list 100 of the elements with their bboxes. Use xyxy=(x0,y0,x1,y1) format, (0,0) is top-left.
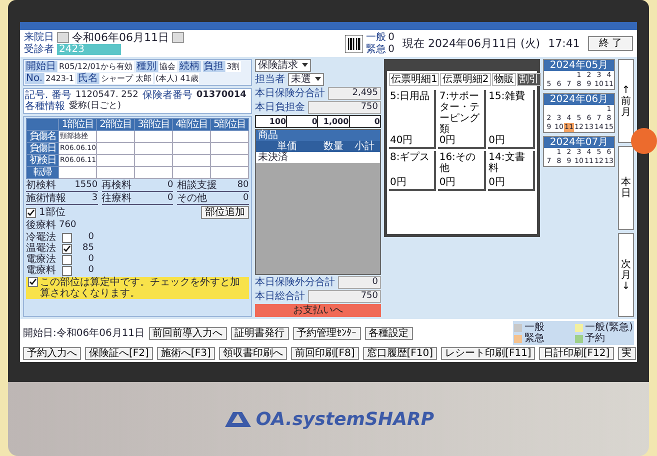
legend-label: 一般(緊急) xyxy=(585,322,633,333)
fee-label: 初検料 xyxy=(26,180,56,191)
row-header: 負傷名 xyxy=(26,130,58,142)
amount-field: 750 xyxy=(308,290,381,303)
legend-label: 予約 xyxy=(585,333,606,344)
checkbox[interactable] xyxy=(62,232,72,242)
field-value: 3割 xyxy=(226,61,241,72)
current-time: 17:41 xyxy=(548,38,580,49)
field-label: 本日保険外分合計 xyxy=(254,277,335,288)
tab[interactable]: 物販 xyxy=(492,73,516,86)
brand-name: OA.systemSHARP xyxy=(256,408,434,430)
checkbox[interactable] xyxy=(62,266,72,276)
table-header: 2部位目 xyxy=(96,118,134,130)
amount-field: 0 xyxy=(338,276,381,289)
column-header: 小計 xyxy=(353,141,376,152)
column-header: 単価 xyxy=(276,141,298,152)
toolbar-button[interactable]: 日計印刷[F12] xyxy=(539,347,614,360)
field-label: 本日保険分合計 xyxy=(254,88,325,99)
current-date: 現在 2024年06月11日 (火) xyxy=(402,38,540,49)
notice-text: この部位は算定中です。チェックを外すと加算されなくなります。 xyxy=(40,277,241,299)
summary-cell: 0 xyxy=(287,116,318,127)
field-value: 愛称(日ごと) xyxy=(68,101,122,112)
option-label: 電療料 xyxy=(26,265,57,276)
item-tile[interactable]: 14:文書料 0円 xyxy=(488,151,535,191)
fee-label: 往療料 xyxy=(102,193,132,204)
toolbar-button[interactable]: 予約入力へ xyxy=(23,347,81,360)
tab[interactable]: 伝票明細2 xyxy=(440,73,491,86)
field-label: No. xyxy=(25,73,44,84)
amount-field: 2,495 xyxy=(328,87,381,100)
field-label: 来院日 xyxy=(24,32,54,43)
table-header: 3部位目 xyxy=(134,118,172,130)
field-value: シャープ 太郎 xyxy=(100,73,152,84)
row-header: 負傷日 xyxy=(26,142,58,154)
add-part-button[interactable]: 部位追加 xyxy=(200,206,249,219)
tab[interactable]: 割引 xyxy=(516,73,541,86)
item-tile[interactable]: 16:その他 0円 xyxy=(438,151,486,191)
toolbar-button[interactable]: 窓口履歴[F10] xyxy=(362,347,438,360)
table-header: 5部位目 xyxy=(210,118,248,130)
calendar-nav-button[interactable]: ↑前月 xyxy=(618,59,634,143)
staff-dropdown[interactable]: 未選 xyxy=(288,73,324,86)
fee-value: 0 xyxy=(167,193,174,204)
fee-label: その他 xyxy=(177,193,208,204)
field-label: 本日総合計 xyxy=(254,291,305,302)
calendar-nav-button[interactable]: 次月↓ xyxy=(618,233,634,317)
start-date: 開始日:令和06年06月11日 xyxy=(23,328,145,338)
field-label: 続柄 xyxy=(178,61,200,72)
field-label: 記号. 番号 xyxy=(25,90,72,101)
fee-label: 相談支援 xyxy=(177,180,218,191)
table-header: 4部位目 xyxy=(172,118,210,130)
toolbar-button[interactable]: 各種設定 xyxy=(364,326,413,340)
item-tile[interactable]: 7:サポーター・テーピング類 0円 xyxy=(438,90,486,149)
goods-header: 商品 xyxy=(256,130,380,141)
toolbar-button[interactable]: 施術へ[F3] xyxy=(156,347,215,360)
small-button[interactable]: 実 xyxy=(618,347,636,360)
item-tile[interactable]: 8:ギプス 0円 xyxy=(389,151,436,191)
field-label: 種別 xyxy=(136,61,158,72)
checkbox[interactable] xyxy=(62,244,72,254)
option-value: 85 xyxy=(82,243,94,254)
exit-button[interactable]: 終 了 xyxy=(588,36,633,51)
pay-button[interactable]: お支払いへ xyxy=(254,304,381,317)
field-value: 協会 xyxy=(158,61,176,72)
checkbox[interactable] xyxy=(26,208,36,218)
summary-cell: 100 xyxy=(256,116,286,127)
field-label: 開始日 xyxy=(25,61,57,72)
checkbox-label: 1部位 xyxy=(39,207,66,218)
billing-dropdown[interactable]: 保険請求 xyxy=(254,59,311,72)
row-header: 転帰 xyxy=(26,166,58,178)
row-header: 初検日 xyxy=(26,154,58,166)
field-label: 受診者 xyxy=(24,44,54,55)
calendar-nav-button[interactable]: 本日 xyxy=(618,146,634,230)
fee-value: 760 xyxy=(59,220,76,231)
counter-value: 0 xyxy=(388,44,395,55)
calendar-title: 2024年07月 xyxy=(544,137,614,148)
option-value: 0 xyxy=(87,232,94,243)
toolbar-button[interactable]: 前回印刷[F8] xyxy=(290,347,359,360)
field-value: (本人) 41歳 xyxy=(154,73,200,84)
fee-label: 後療料 xyxy=(26,220,56,231)
option-label: 温罨法 xyxy=(26,243,57,254)
counter-label: 一般 xyxy=(366,32,386,43)
visit-date: 令和06年06月11日 xyxy=(72,32,169,43)
table-header xyxy=(26,118,58,130)
item-tile[interactable]: 5:日用品 40円 xyxy=(389,90,436,149)
field-value: R05/12/01から有効 xyxy=(58,61,134,72)
toolbar-button[interactable]: 保険証へ[F2] xyxy=(85,347,153,360)
callout-pointer xyxy=(631,128,657,154)
option-label: 冷罨法 xyxy=(26,232,57,243)
checkbox[interactable] xyxy=(62,254,72,264)
toolbar-button[interactable]: 領収書印刷へ xyxy=(218,347,287,360)
tab[interactable]: 伝票明細1 xyxy=(389,73,440,86)
logo-icon xyxy=(222,410,253,428)
fee-label: 施術情報 xyxy=(26,193,66,204)
toolbar-button[interactable]: 証明書発行 xyxy=(230,326,289,340)
field-value: 2423-1 xyxy=(44,73,75,84)
toolbar-button[interactable]: レシート印刷[F11] xyxy=(441,347,536,360)
field-label: 本日負担金 xyxy=(254,102,305,113)
item-tile[interactable]: 15:雑費 0円 xyxy=(488,90,535,149)
checkbox[interactable] xyxy=(28,277,38,287)
toolbar-button[interactable]: 予約管理ｾﾝﾀｰ xyxy=(292,326,361,340)
toolbar-button[interactable]: 前回前導入力へ xyxy=(148,326,227,340)
summary-cell: 0 xyxy=(350,116,380,127)
